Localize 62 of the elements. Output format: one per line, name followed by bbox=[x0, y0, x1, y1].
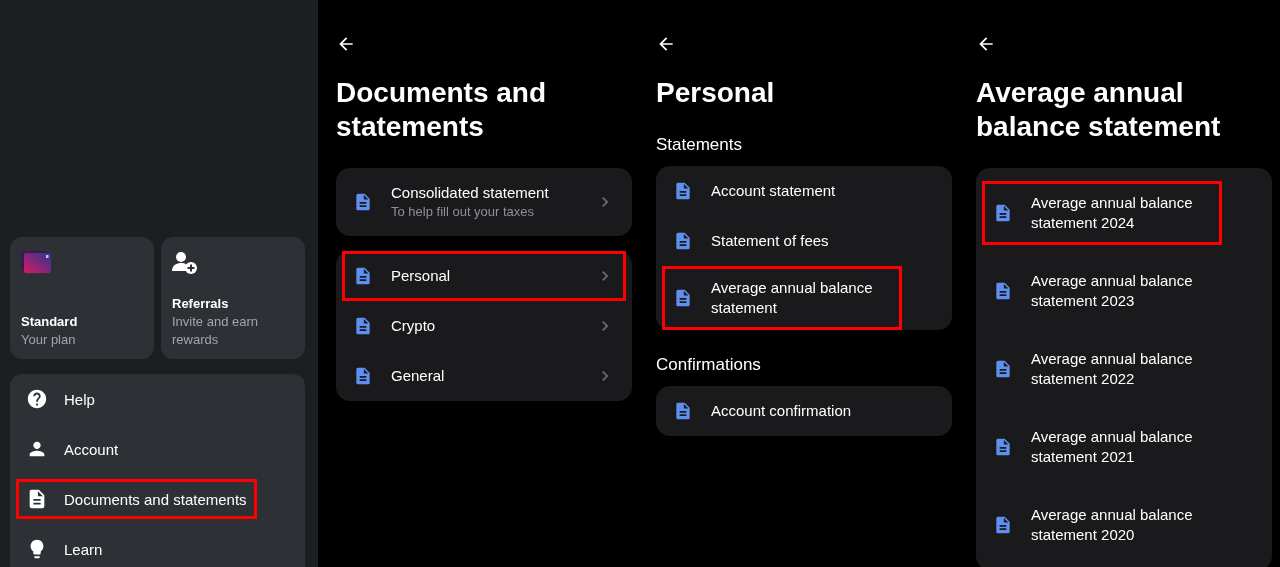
list-item[interactable]: Consolidated statement To help fill out your taxes bbox=[342, 168, 626, 236]
list-item[interactable]: Personal bbox=[342, 251, 626, 301]
help-icon bbox=[26, 388, 48, 410]
item-label: Consolidated statement bbox=[391, 183, 550, 203]
add-person-icon bbox=[172, 251, 198, 275]
document-icon bbox=[353, 266, 373, 286]
menu-label: Account bbox=[64, 440, 119, 458]
section-heading: Statements bbox=[656, 134, 743, 156]
list-item[interactable]: Account statement bbox=[662, 166, 847, 216]
tile-title: Standard bbox=[21, 313, 79, 331]
list-item[interactable]: Average annual balance statement 2022 bbox=[982, 337, 1222, 401]
item-label: Average annual balance statement bbox=[711, 278, 874, 318]
list-item[interactable]: Statement of fees bbox=[662, 216, 840, 266]
list-item[interactable]: Average annual balance statement 2023 bbox=[982, 259, 1222, 323]
screen-title: Average annual balance statement bbox=[976, 76, 1222, 144]
screen-title: Documents and statements bbox=[336, 76, 548, 144]
document-icon bbox=[353, 192, 373, 212]
item-label: Crypto bbox=[391, 316, 437, 336]
item-label: Account confirmation bbox=[711, 401, 852, 421]
list-item[interactable]: Average annual balance statement bbox=[662, 266, 902, 330]
item-label: Personal bbox=[391, 266, 452, 286]
document-icon bbox=[993, 359, 1013, 379]
plan-tile[interactable]: Referrals Invite and earn rewards bbox=[161, 237, 305, 359]
document-icon bbox=[353, 366, 373, 386]
document-icon bbox=[673, 401, 693, 421]
list-item[interactable]: Crypto bbox=[342, 301, 626, 351]
item-label: Average annual balance statement 2021 bbox=[1031, 427, 1194, 467]
section-heading: Confirmations bbox=[656, 354, 762, 376]
tile-title: Referrals bbox=[172, 295, 230, 313]
item-label: Average annual balance statement 2023 bbox=[1031, 271, 1194, 311]
item-label: Average annual balance statement 2024 bbox=[1031, 193, 1194, 233]
list-item[interactable]: Average annual balance statement 2021 bbox=[982, 415, 1222, 479]
menu-item[interactable]: Help bbox=[16, 379, 105, 419]
item-sublabel: To help fill out your taxes bbox=[391, 203, 536, 221]
menu-item[interactable]: Learn bbox=[16, 529, 113, 567]
document-icon bbox=[673, 231, 693, 251]
document-icon bbox=[353, 316, 373, 336]
item-label: Account statement bbox=[711, 181, 836, 201]
list-item[interactable]: General bbox=[342, 351, 626, 401]
menu-label: Help bbox=[64, 390, 95, 408]
document-icon bbox=[673, 288, 693, 308]
item-label: Average annual balance statement 2022 bbox=[1031, 349, 1194, 389]
document-icon bbox=[673, 181, 693, 201]
card-icon bbox=[21, 251, 51, 273]
tile-subtitle: Your plan bbox=[21, 331, 77, 349]
menu-item[interactable]: Account bbox=[16, 429, 129, 469]
list-item[interactable]: Average annual balance statement 2020 bbox=[982, 493, 1222, 557]
item-label: Statement of fees bbox=[711, 231, 829, 251]
document-icon bbox=[993, 281, 1013, 301]
document-icon bbox=[993, 203, 1013, 223]
document-icon bbox=[993, 437, 1013, 457]
item-label: Average annual balance statement 2020 bbox=[1031, 505, 1194, 545]
list-item[interactable]: Average annual balance statement 2024 bbox=[982, 181, 1222, 245]
plan-tile[interactable]: Standard Your plan bbox=[10, 237, 154, 359]
list-item[interactable]: Account confirmation bbox=[662, 386, 863, 436]
tile-subtitle: Invite and earn rewards bbox=[172, 313, 259, 349]
menu-label: Learn bbox=[64, 540, 103, 558]
screen-title: Personal bbox=[656, 76, 776, 110]
menu-label: Documents and statements bbox=[64, 490, 247, 508]
menu-item[interactable]: Documents and statements bbox=[16, 479, 257, 519]
item-label: General bbox=[391, 366, 446, 386]
document-icon bbox=[993, 515, 1013, 535]
